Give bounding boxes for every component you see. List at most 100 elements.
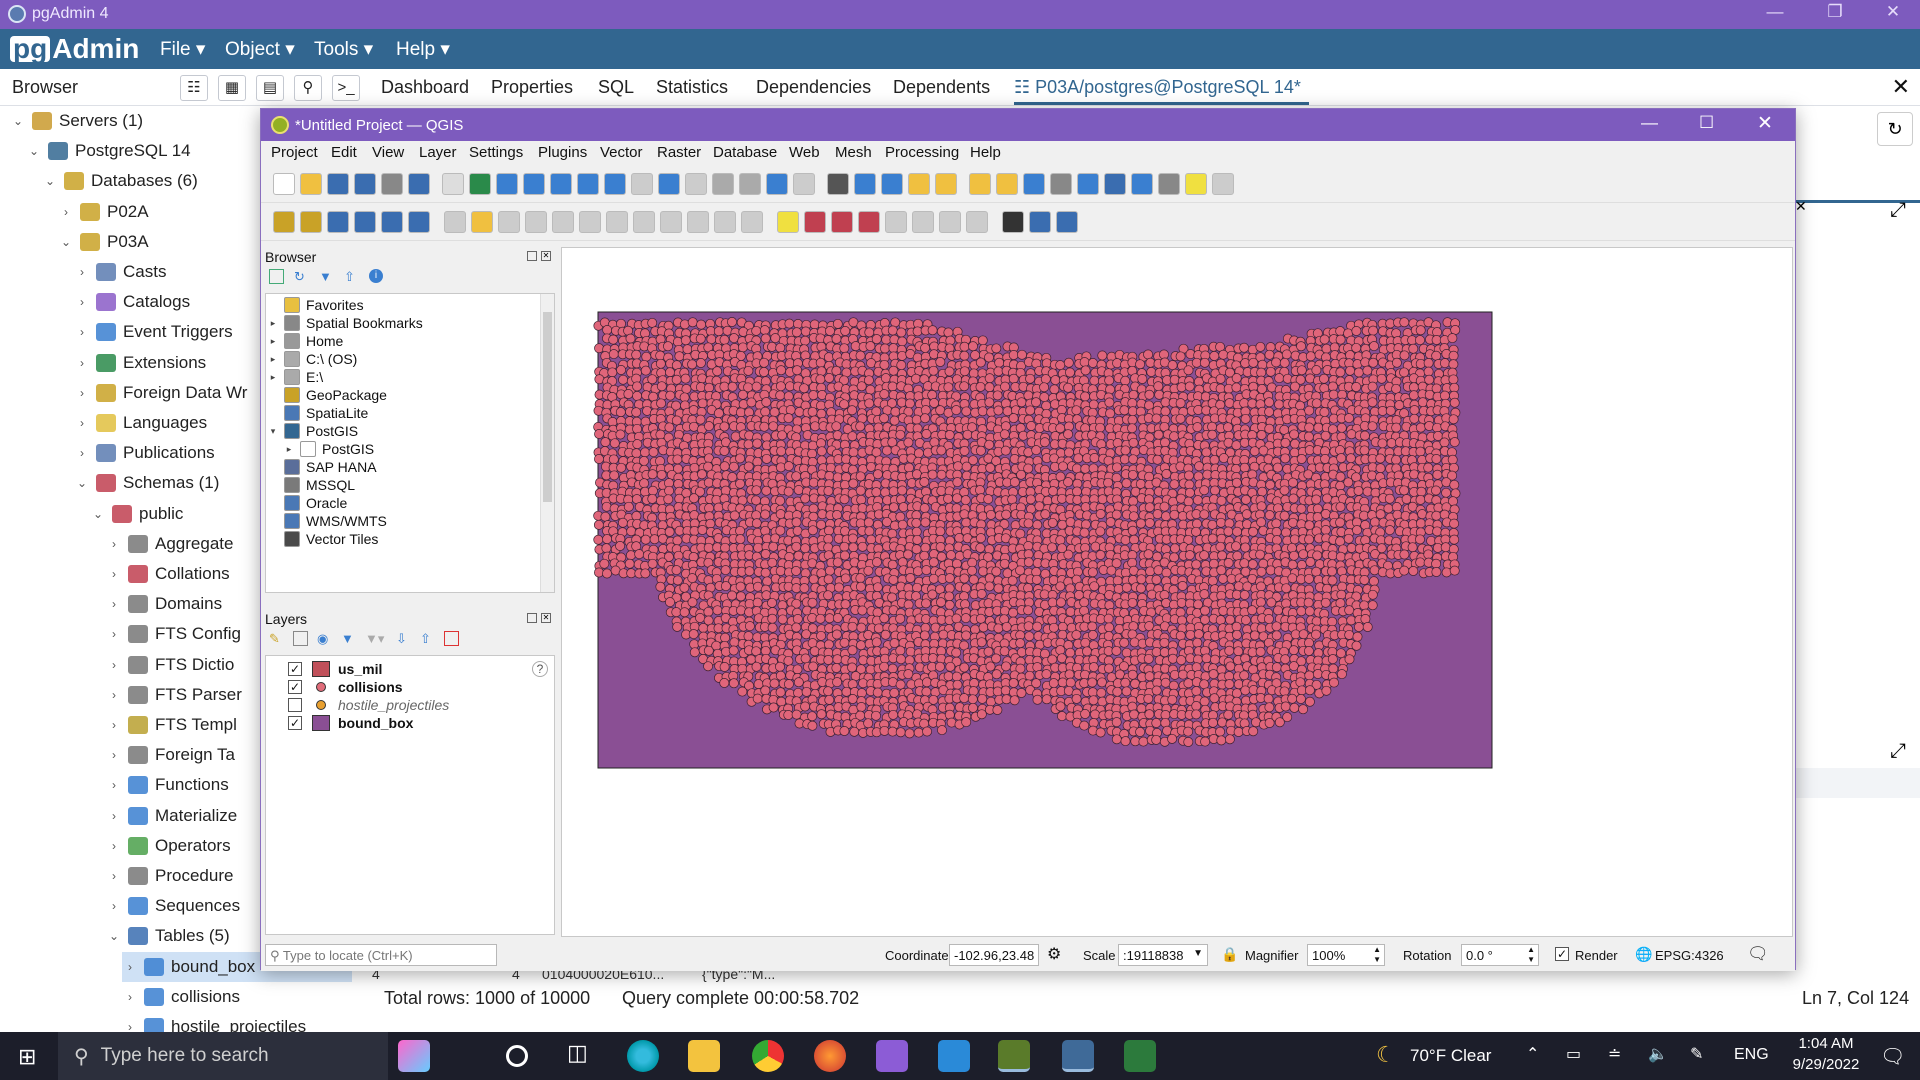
tree-node[interactable]: › hostile_projectiles (122, 1012, 306, 1032)
cut-icon[interactable] (633, 211, 655, 233)
minimize-icon[interactable]: — (1752, 2, 1798, 28)
label-toolbar-icon[interactable] (777, 211, 799, 233)
tab-dependencies[interactable]: Dependencies (756, 77, 871, 98)
copy-icon[interactable] (660, 211, 682, 233)
zoom-full-icon[interactable] (550, 173, 572, 195)
digitize-icon[interactable] (552, 211, 574, 233)
attribute-table-icon[interactable] (1023, 173, 1045, 195)
chevron-right-icon[interactable]: › (58, 205, 74, 219)
tree-node[interactable]: › Sequences (106, 891, 240, 921)
tab-query-tool[interactable]: ☷ P03A/postgres@PostgreSQL 14* (1014, 77, 1301, 98)
filter-icon[interactable]: ▼ (319, 269, 334, 284)
qgis-menu-project[interactable]: Project (271, 144, 318, 161)
float-panel-icon[interactable] (527, 613, 537, 623)
chevron-right-icon[interactable]: › (74, 295, 90, 309)
browser-item[interactable]: Vector Tiles (266, 528, 378, 550)
diagram-icon[interactable] (966, 211, 988, 233)
qgis-maximize-icon[interactable]: ☐ (1699, 113, 1714, 133)
chevron-down-icon[interactable]: ⌄ (26, 144, 42, 158)
remove-layer-icon[interactable] (444, 631, 459, 646)
tree-node[interactable]: ⌄ Servers (1) (10, 106, 143, 136)
qgis-menu-plugins[interactable]: Plugins (538, 144, 587, 161)
tree-node[interactable]: ⌄ public (90, 499, 183, 529)
tree-node[interactable]: ⌄ Schemas (1) (74, 468, 219, 498)
database-icon[interactable]: ☷ (180, 75, 208, 101)
menu-tools[interactable]: Tools ▾ (314, 38, 373, 61)
tree-node[interactable]: › Procedure (106, 861, 233, 891)
chevron-right-icon[interactable]: › (106, 658, 122, 672)
layer-visibility-checkbox[interactable]: ✓ (288, 716, 302, 730)
menu-file[interactable]: File ▾ (160, 38, 205, 61)
label-show-hide-icon[interactable] (858, 211, 880, 233)
tree-node[interactable]: ⌄ Databases (6) (42, 166, 198, 196)
refresh-icon[interactable]: ↻ (1877, 112, 1913, 146)
tree-node[interactable]: › Foreign Ta (106, 740, 235, 770)
label-change-icon[interactable] (939, 211, 961, 233)
print-layout-icon[interactable] (354, 173, 376, 195)
chevron-right-icon[interactable]: › (74, 325, 90, 339)
chevron-right-icon[interactable]: › (122, 960, 138, 974)
close-small-icon[interactable]: ✕ (1795, 198, 1807, 215)
add-feature-icon[interactable] (525, 211, 547, 233)
tree-node[interactable]: ⌄ PostgreSQL 14 (26, 136, 191, 166)
tree-node[interactable]: › P02A (58, 197, 149, 227)
tree-node[interactable]: › Functions (106, 770, 229, 800)
chevron-right-icon[interactable]: › (106, 809, 122, 823)
layout-manager-icon[interactable] (381, 173, 403, 195)
layer-row[interactable]: ✓ bound_box (288, 712, 554, 734)
qgis-menu-raster[interactable]: Raster (657, 144, 701, 161)
expand-arrow-icon[interactable]: ▸ (266, 318, 280, 329)
tree-node[interactable]: › FTS Templ (106, 710, 237, 740)
float-panel-icon[interactable] (527, 251, 537, 261)
chevron-down-icon[interactable]: ⌄ (106, 929, 122, 943)
open-project-icon[interactable] (300, 173, 322, 195)
filter-rows-icon[interactable]: ▤ (256, 75, 284, 101)
expand-arrow-icon[interactable]: ▸ (266, 372, 280, 383)
globe-plugin-icon[interactable] (1002, 211, 1024, 233)
zoom-next-icon[interactable] (685, 173, 707, 195)
search-icon[interactable]: ⚲ (294, 75, 322, 101)
chevron-right-icon[interactable]: › (106, 718, 122, 732)
tree-node[interactable]: › Domains (106, 589, 222, 619)
chevron-down-icon[interactable]: ⌄ (42, 174, 58, 188)
new-3d-view-icon[interactable] (739, 173, 761, 195)
close-panel-icon[interactable]: ✕ (541, 251, 551, 261)
undo-icon[interactable] (714, 211, 736, 233)
qgis-menu-web[interactable]: Web (789, 144, 820, 161)
tree-node[interactable]: › Collations (106, 559, 230, 589)
tree-node[interactable]: › Materialize (106, 801, 237, 831)
layer-visibility-checkbox[interactable]: ✓ (288, 680, 302, 694)
save-project-icon[interactable] (327, 173, 349, 195)
tree-node[interactable]: › Catalogs (74, 287, 190, 317)
table-view-icon[interactable]: ▦ (218, 75, 246, 101)
paste-icon[interactable] (687, 211, 709, 233)
new-spatialite-icon[interactable] (354, 211, 376, 233)
tree-node[interactable]: › Languages (74, 408, 207, 438)
tree-node[interactable]: ⌄ Tables (5) (106, 921, 230, 951)
label-rotate-icon[interactable] (912, 211, 934, 233)
chevron-right-icon[interactable]: › (74, 446, 90, 460)
select-location-icon[interactable] (969, 173, 991, 195)
tree-node[interactable]: › Foreign Data Wr (74, 378, 247, 408)
locate-icon[interactable] (1212, 173, 1234, 195)
tab-sql[interactable]: SQL (598, 77, 634, 98)
close-icon[interactable]: ✕ (1870, 2, 1916, 28)
restore-icon[interactable]: ❐ (1812, 2, 1858, 28)
chevron-right-icon[interactable]: › (122, 1020, 138, 1032)
tree-node[interactable]: › Event Triggers (74, 317, 233, 347)
show-bookmarks-icon[interactable] (793, 173, 815, 195)
qgis-menu-view[interactable]: View (372, 144, 404, 161)
tab-dependents[interactable]: Dependents (893, 77, 990, 98)
temporal-controller-icon[interactable] (827, 173, 849, 195)
zoom-out-icon[interactable] (523, 173, 545, 195)
zoom-in-icon[interactable] (496, 173, 518, 195)
browser-scrollbar[interactable] (540, 294, 554, 592)
zoom-native-icon[interactable] (631, 173, 653, 195)
zoom-selection-icon[interactable] (577, 173, 599, 195)
save-edits-icon[interactable] (498, 211, 520, 233)
label-pin-icon[interactable] (831, 211, 853, 233)
chevron-right-icon[interactable]: › (74, 386, 90, 400)
psql-tool-icon[interactable]: >_ (332, 75, 360, 101)
layer-visibility-checkbox[interactable]: ✓ (288, 662, 302, 676)
vertex-tool-icon[interactable] (444, 211, 466, 233)
